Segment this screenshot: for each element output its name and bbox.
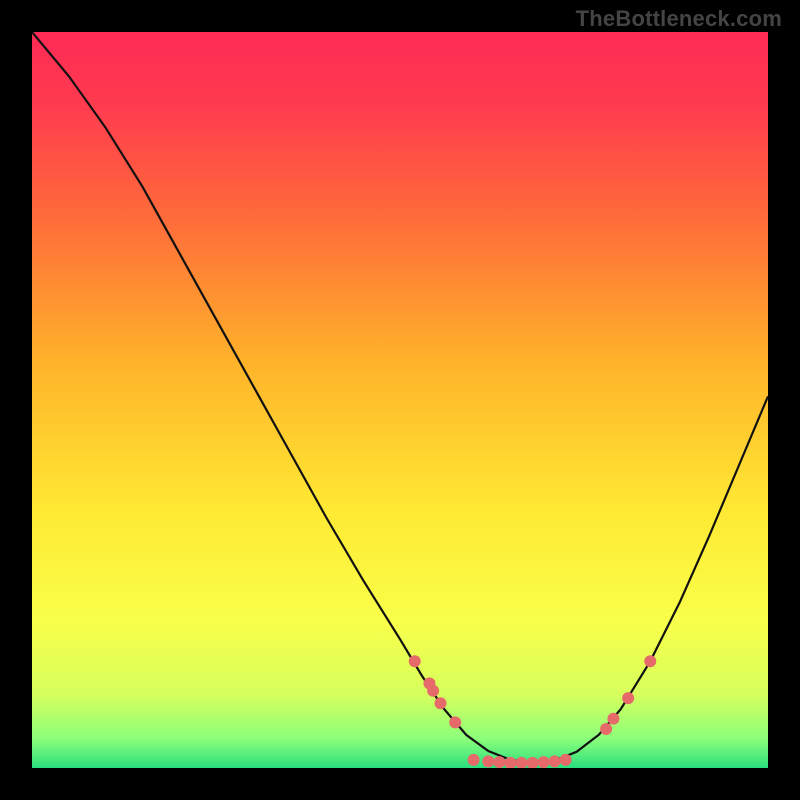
curve-marker: [549, 755, 561, 767]
curve-marker: [482, 755, 494, 767]
curve-marker: [622, 692, 634, 704]
chart-area: [32, 32, 768, 768]
curve-marker: [427, 685, 439, 697]
curve-marker: [468, 754, 480, 766]
curve-marker: [538, 756, 550, 768]
chart-svg: [32, 32, 768, 768]
curve-marker: [644, 655, 656, 667]
curve-marker: [449, 716, 461, 728]
curve-marker: [434, 697, 446, 709]
curve-marker: [560, 754, 572, 766]
curve-marker: [409, 655, 421, 667]
curve-marker: [600, 723, 612, 735]
curve-marker: [607, 713, 619, 725]
curve-marker: [493, 756, 505, 768]
watermark-text: TheBottleneck.com: [576, 6, 782, 32]
chart-background: [32, 32, 768, 768]
